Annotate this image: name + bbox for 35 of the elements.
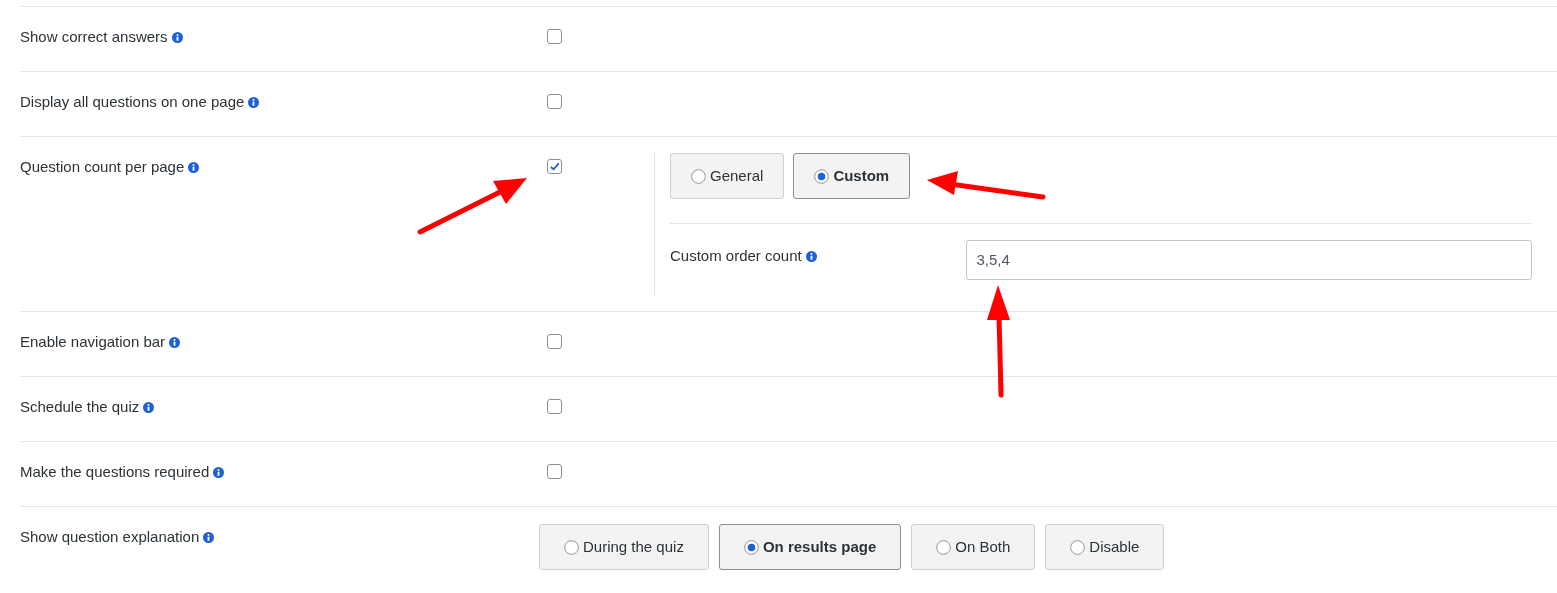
- info-icon[interactable]: [171, 32, 183, 43]
- option-button[interactable]: During the quiz: [539, 524, 709, 570]
- setting-label: Show question explanation: [20, 528, 200, 545]
- option-button[interactable]: General: [670, 153, 785, 199]
- setting-label: Schedule the quiz: [20, 398, 140, 415]
- checkbox[interactable]: [547, 334, 562, 349]
- checkbox[interactable]: [547, 399, 562, 414]
- radio-icon: [743, 539, 759, 555]
- radio-icon: [564, 539, 579, 555]
- checkbox[interactable]: [547, 464, 562, 479]
- input-field[interactable]: 3,5,4: [966, 240, 1532, 280]
- info-icon[interactable]: [203, 532, 215, 543]
- setting-label: Display all questions on one page: [20, 93, 245, 110]
- info-icon[interactable]: [188, 162, 200, 173]
- radio-icon: [691, 168, 706, 184]
- option-button[interactable]: Custom: [793, 153, 911, 199]
- info-icon[interactable]: [805, 251, 817, 262]
- option-button[interactable]: Disable: [1045, 524, 1165, 570]
- info-icon[interactable]: [213, 467, 225, 478]
- checkbox[interactable]: [547, 94, 562, 109]
- info-icon[interactable]: [143, 402, 155, 413]
- setting-label: Show correct answers: [20, 28, 168, 45]
- radio-icon: [814, 168, 830, 184]
- radio-icon: [1070, 539, 1086, 555]
- setting-label: Question count per page: [20, 158, 185, 175]
- option-button[interactable]: On results page: [718, 524, 902, 570]
- info-icon[interactable]: [169, 337, 181, 348]
- field-label: Custom order count: [670, 247, 802, 264]
- setting-label: Enable navigation bar: [20, 333, 166, 350]
- info-icon[interactable]: [248, 97, 260, 108]
- option-button[interactable]: On Both: [911, 524, 1036, 570]
- radio-icon: [936, 539, 952, 555]
- checkbox[interactable]: [547, 29, 562, 44]
- setting-label: Make the questions required: [20, 463, 210, 480]
- checkbox[interactable]: [547, 159, 562, 174]
